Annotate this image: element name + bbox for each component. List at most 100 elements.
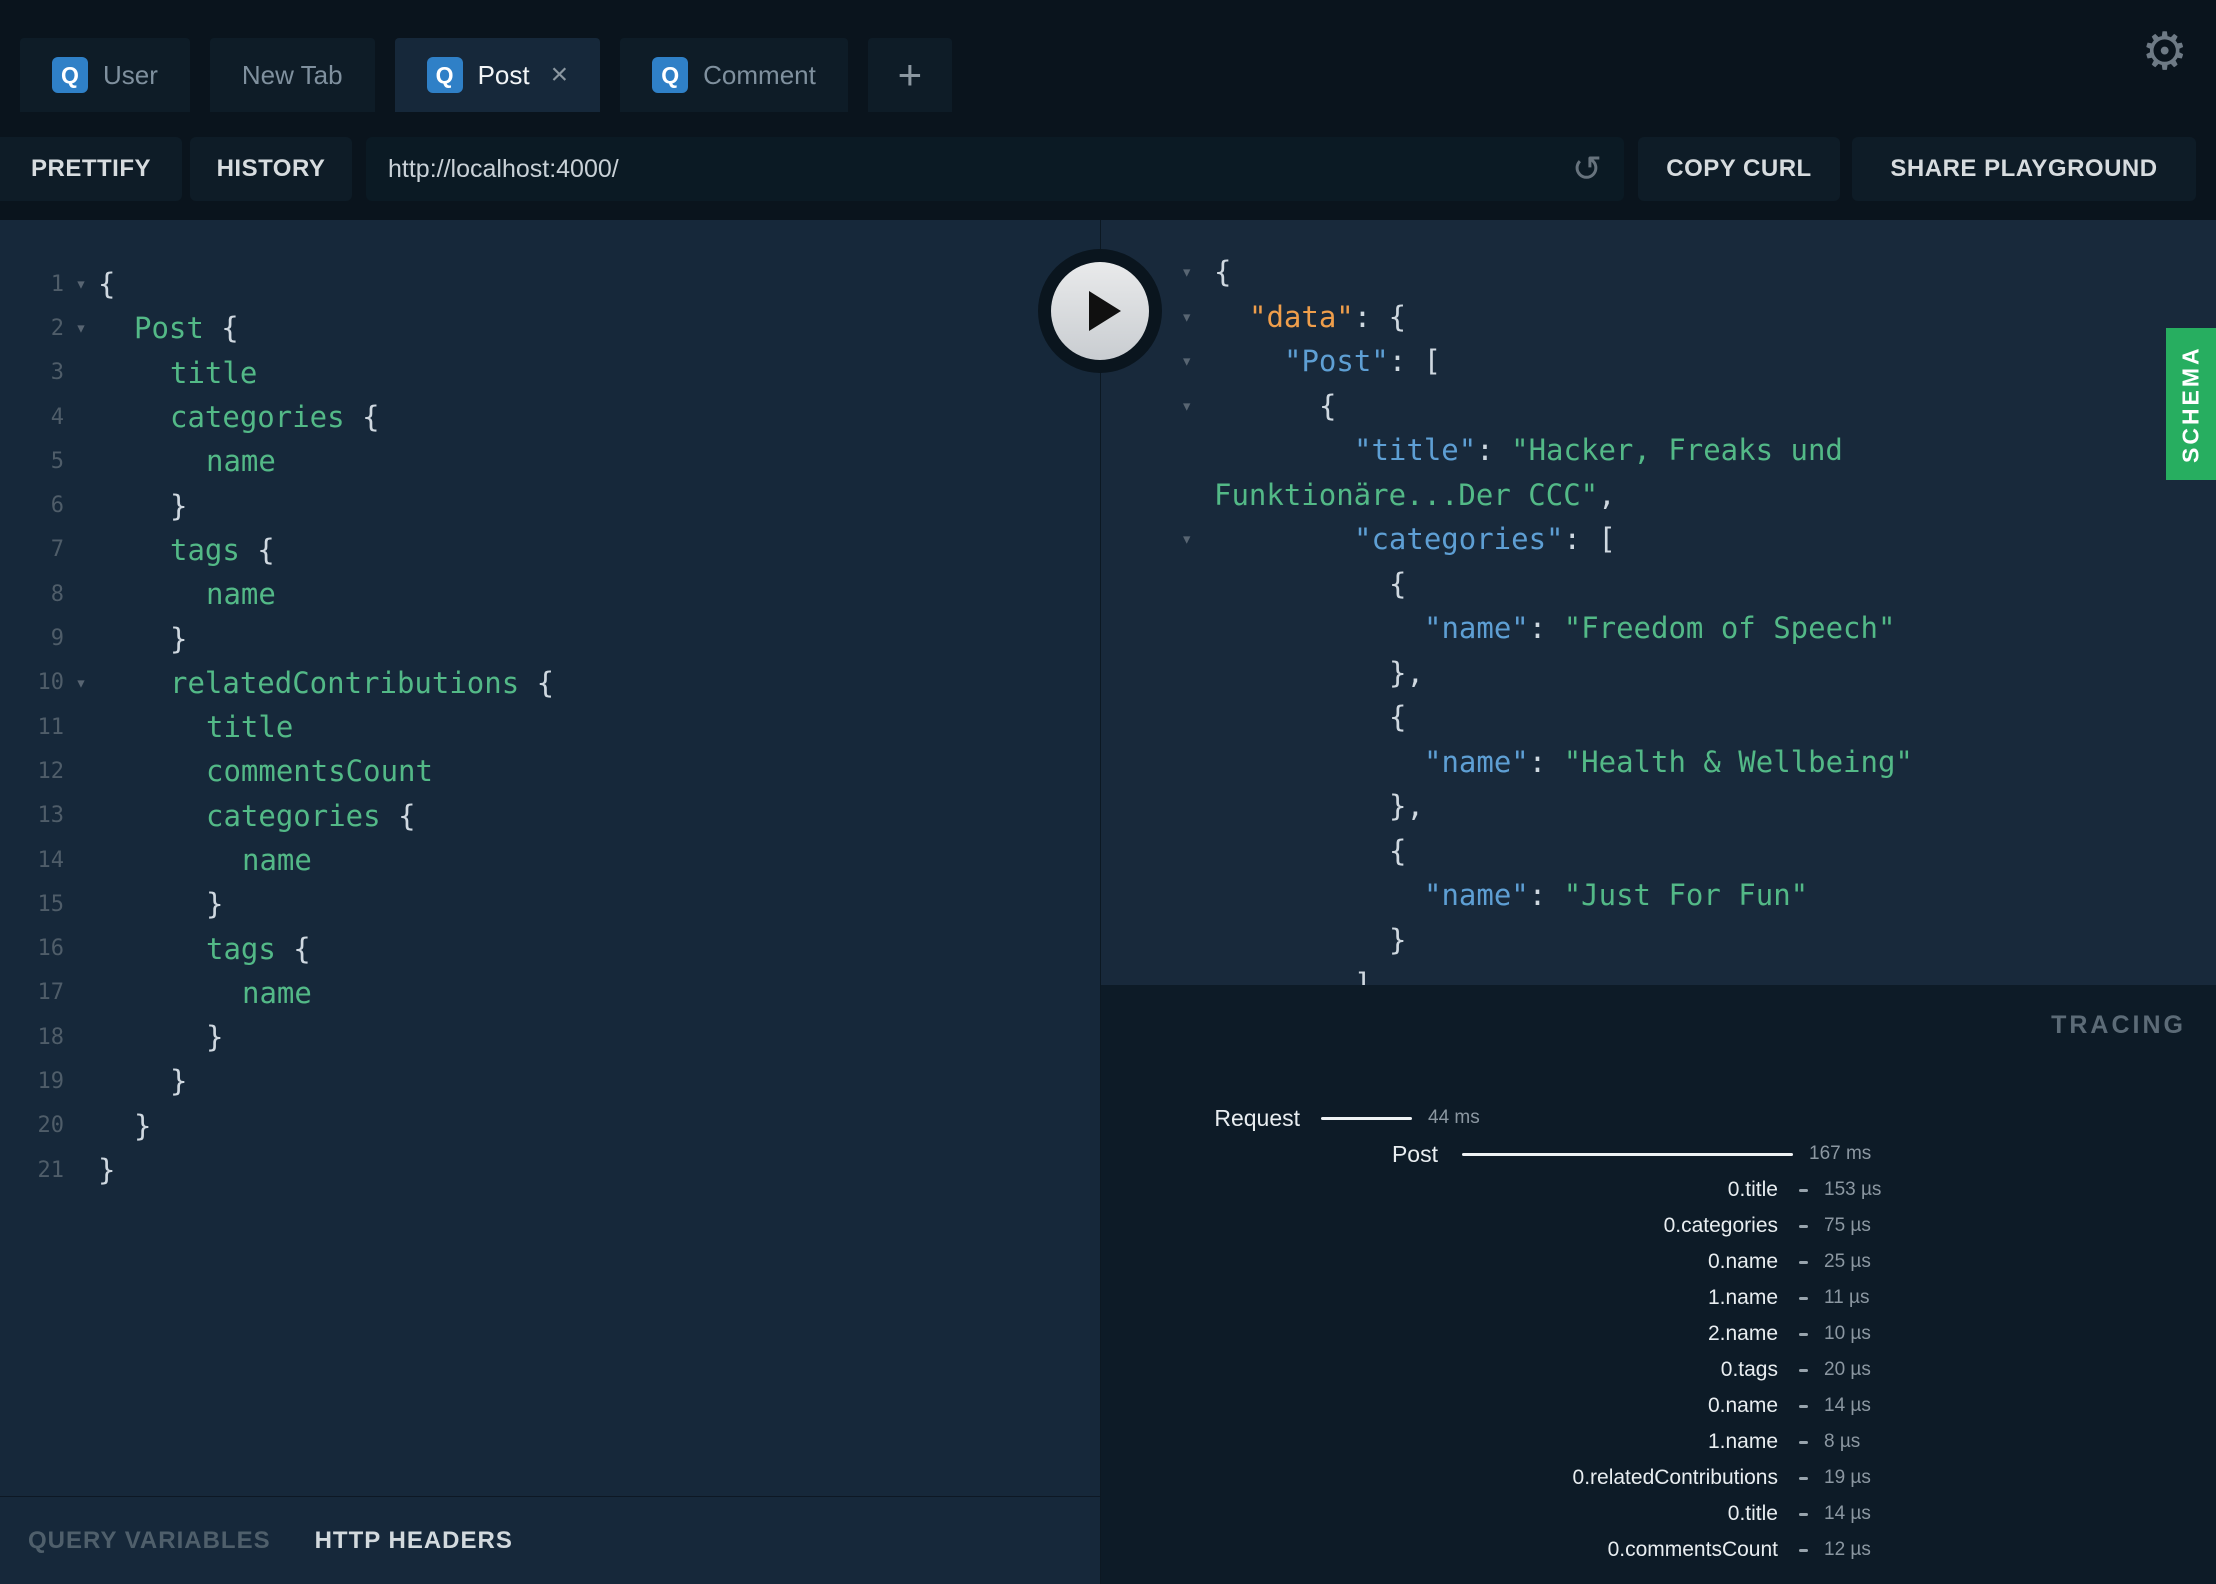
- query-editor-line: 1 ▾{: [0, 262, 1100, 306]
- fold-arrow-icon[interactable]: ▾: [1181, 395, 1192, 417]
- tab-label: User: [103, 59, 158, 90]
- fold-arrow-icon[interactable]: ▾: [64, 273, 98, 295]
- response-line: {: [1101, 695, 2216, 740]
- endpoint-url-input[interactable]: http://localhost:4000/ ↺: [366, 137, 1624, 201]
- code-text: name: [242, 843, 312, 877]
- response-code-text: },: [1389, 789, 1424, 824]
- fold-arrow-icon[interactable]: ▾: [1181, 528, 1192, 550]
- trace-label: 1.name: [1707, 1430, 1778, 1453]
- tabs: Q User New Tab Q Post × Q Comment: [20, 38, 868, 112]
- trace-dash-icon: [1799, 1332, 1808, 1336]
- tab-new-tab[interactable]: New Tab: [209, 38, 375, 112]
- trace-dash-icon: [1799, 1188, 1808, 1192]
- trace-duration-bar: [1321, 1116, 1412, 1120]
- line-number: 14: [37, 847, 65, 873]
- response-code-text: "name": "Freedom of Speech": [1424, 611, 1896, 646]
- trace-dash-icon: [1799, 1260, 1808, 1264]
- query-editor-line: 19}: [0, 1059, 1100, 1103]
- reload-schema-icon[interactable]: ↺: [1572, 151, 1602, 187]
- query-editor-line: 18}: [0, 1015, 1100, 1059]
- tab-bar: Q User New Tab Q Post × Q Comment +: [0, 0, 2216, 112]
- trace-duration-value: 167 ms: [1809, 1143, 1872, 1164]
- trace-row: 0.name 25 µs: [1101, 1244, 2216, 1280]
- share-playground-button[interactable]: SHARE PLAYGROUND: [1852, 137, 2196, 201]
- code-text: }: [170, 1064, 188, 1099]
- code-text: title: [170, 355, 258, 390]
- schema-sidebar-tab[interactable]: SCHEMA: [2166, 328, 2216, 480]
- line-number: 6: [50, 493, 64, 519]
- trace-row: 1.name 11 µs: [1101, 1280, 2216, 1316]
- close-tab-icon[interactable]: ×: [551, 60, 569, 90]
- code-text: }: [170, 621, 188, 656]
- trace-duration-value: 75 µs: [1824, 1215, 1871, 1236]
- fold-arrow-icon[interactable]: ▾: [64, 317, 98, 339]
- code-text: name: [206, 577, 276, 612]
- trace-row: Post 167 ms: [1101, 1136, 2216, 1172]
- response-line: ],: [1101, 962, 2216, 985]
- trace-duration-value: 14 µs: [1824, 1395, 1871, 1416]
- query-variables-tab[interactable]: QUERY VARIABLES: [28, 1527, 271, 1555]
- trace-label: 0.name: [1707, 1250, 1778, 1273]
- line-number: 7: [50, 537, 64, 563]
- response-viewer: ▾{▾ "data": {▾ "Post": [▾{"title": "Hacker…: [1101, 220, 2216, 985]
- query-editor-line: 4 categories {: [0, 395, 1100, 439]
- trace-duration-bar: [1462, 1152, 1793, 1156]
- trace-label: 0.tags: [1720, 1358, 1778, 1381]
- response-line: "name": "Health & Wellbeing": [1101, 740, 2216, 785]
- fold-arrow-icon[interactable]: ▾: [1181, 350, 1192, 372]
- response-line: ▾ "categories": [: [1101, 517, 2216, 562]
- tab-user[interactable]: Q User: [20, 38, 190, 112]
- workspace: 1 ▾{2 ▾ Post {3 title 4 categories {5 name 6} 7 ta…: [0, 220, 2216, 1584]
- trace-label: Post: [1391, 1140, 1438, 1167]
- code-text: categories {: [170, 400, 380, 435]
- new-tab-button[interactable]: +: [867, 38, 952, 112]
- response-code-text: Funktionäre...Der CCC",: [1214, 477, 1616, 512]
- query-editor[interactable]: 1 ▾{2 ▾ Post {3 title 4 categories {5 name 6} 7 ta…: [0, 220, 1100, 1496]
- response-line: ▾ "data": {: [1101, 295, 2216, 340]
- trace-label: 0.name: [1707, 1394, 1778, 1417]
- query-editor-line: 8 name: [0, 572, 1100, 616]
- response-line: "name": "Just For Fun": [1101, 873, 2216, 918]
- fold-arrow-icon[interactable]: ▾: [1181, 261, 1192, 283]
- fold-arrow-icon[interactable]: ▾: [1181, 306, 1192, 328]
- execute-query-button[interactable]: [1038, 249, 1162, 373]
- response-code-text: {: [1389, 700, 1407, 735]
- settings-gear-icon[interactable]: ⚙: [2141, 26, 2188, 78]
- response-code-text: },: [1389, 655, 1424, 690]
- history-button[interactable]: HISTORY: [190, 137, 352, 201]
- prettify-button[interactable]: PRETTIFY: [0, 137, 182, 201]
- line-number: 9: [50, 626, 64, 652]
- code-text: tags {: [170, 532, 275, 567]
- copy-curl-button[interactable]: COPY CURL: [1638, 137, 1840, 201]
- response-line: "title": "Hacker, Freaks und: [1101, 428, 2216, 473]
- response-code-text: "categories": [: [1354, 522, 1616, 557]
- line-number: 1: [50, 271, 64, 297]
- trace-row: 0.categories 75 µs: [1101, 1208, 2216, 1244]
- response-code-text: "name": "Just For Fun": [1424, 878, 1809, 913]
- query-editor-line: 15}: [0, 882, 1100, 926]
- response-code-text: ],: [1354, 967, 1389, 985]
- code-text: title: [206, 710, 294, 745]
- trace-label: 2.name: [1707, 1322, 1778, 1345]
- code-text: name: [242, 975, 312, 1010]
- http-headers-tab[interactable]: HTTP HEADERS: [315, 1527, 513, 1555]
- line-number: 16: [37, 936, 65, 962]
- line-number: 11: [37, 714, 65, 740]
- trace-duration-value: 10 µs: [1824, 1323, 1871, 1344]
- response-line: }: [1101, 918, 2216, 963]
- response-line: ▾ "Post": [: [1101, 339, 2216, 384]
- tracing-title: TRACING: [2051, 1011, 2186, 1039]
- query-editor-line: 16 tags {: [0, 926, 1100, 970]
- code-text: }: [134, 1108, 152, 1143]
- graphql-playground-window: Q User New Tab Q Post × Q Comment + ⚙ PRETTIFY …: [0, 0, 2216, 1584]
- tab-post[interactable]: Q Post ×: [394, 38, 601, 112]
- code-text: Post {: [134, 311, 239, 346]
- tab-comment[interactable]: Q Comment: [620, 38, 848, 112]
- fold-arrow-icon[interactable]: ▾: [64, 672, 98, 694]
- tab-label: New Tab: [241, 59, 343, 90]
- line-number: 3: [50, 360, 64, 386]
- trace-dash-icon: [1799, 1368, 1808, 1372]
- line-number: 4: [50, 404, 64, 430]
- line-number: 15: [37, 891, 65, 917]
- query-editor-line: 12 commentsCount: [0, 749, 1100, 793]
